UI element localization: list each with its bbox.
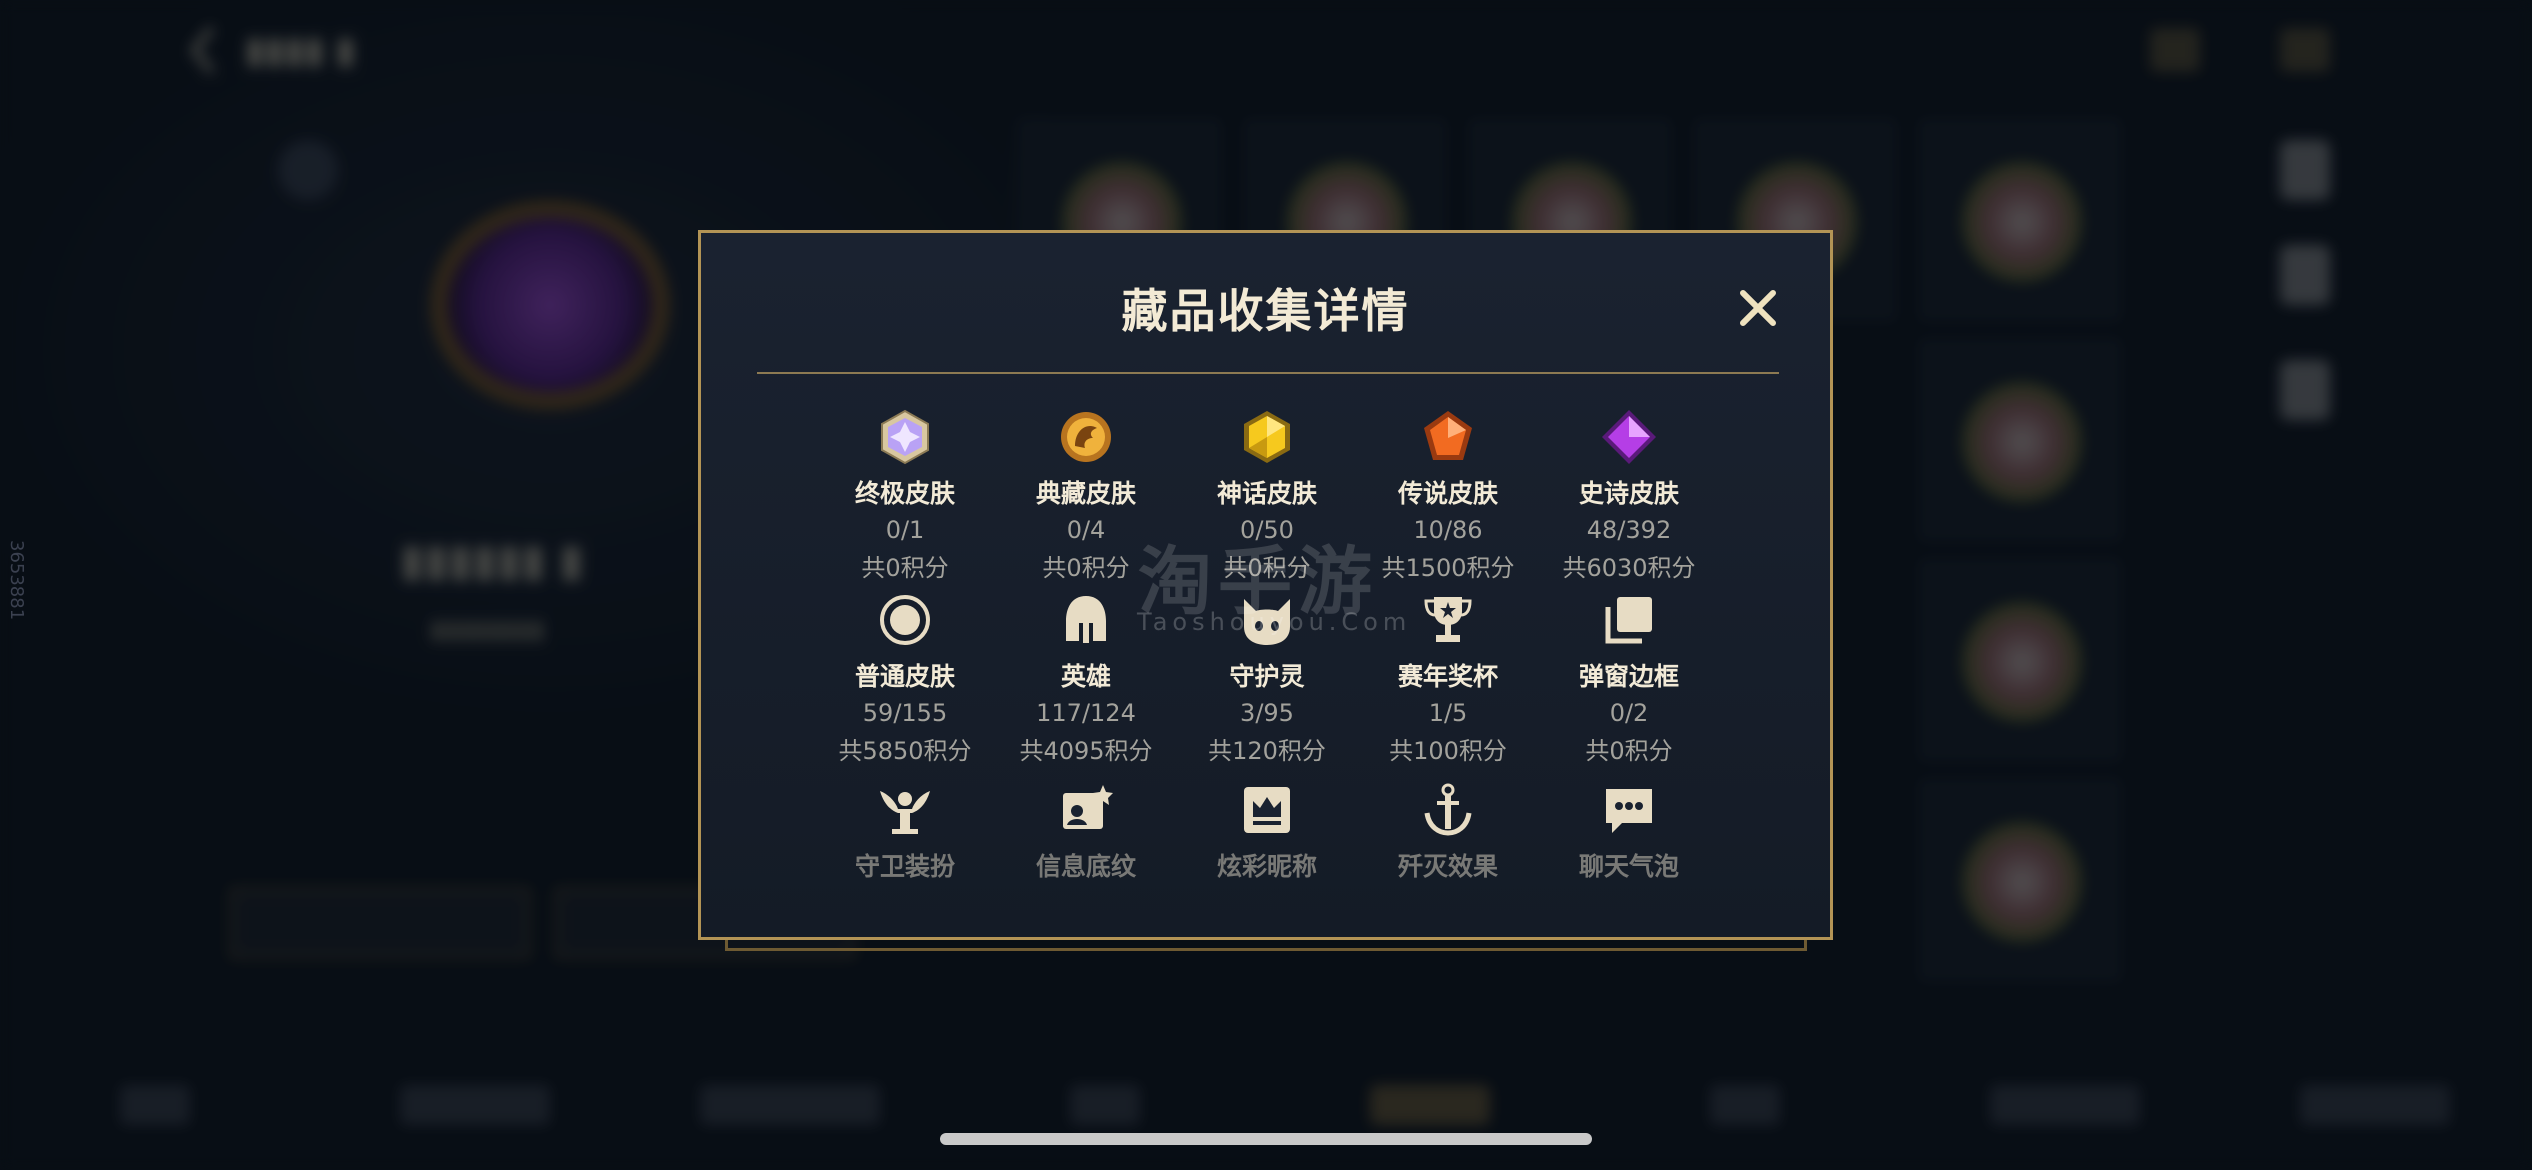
trophy-icon [1424,597,1472,642]
collection-item[interactable]: 史诗皮肤 48/392 共6030积分 [1539,408,1719,583]
ultimate-skin-icon [881,409,929,465]
collection-item[interactable]: 信息底纹 [996,781,1176,883]
item-name: 赛年奖杯 [1397,662,1498,691]
hero-helmet-icon [1066,596,1106,643]
item-points: 共6030积分 [1562,554,1696,582]
collector-skin-icon [1061,412,1111,462]
dialog-title: 藏品收集详情 [1121,284,1410,338]
home-indicator[interactable] [940,1133,1592,1145]
title-divider [757,372,1779,374]
item-points: 共120积分 [1208,737,1326,765]
item-name: 炫彩昵称 [1216,852,1317,881]
collection-item[interactable]: 弹窗边框 0/2 共0积分 [1539,591,1719,766]
item-name: 普通皮肤 [854,662,955,691]
item-name: 典藏皮肤 [1035,479,1136,508]
watermark-url: Taoshouyou.Com [1137,608,1412,636]
item-name: 聊天气泡 [1578,852,1679,881]
legendary-skin-icon [1424,411,1472,460]
item-name: 守护灵 [1229,662,1305,691]
item-name: 神话皮肤 [1216,479,1317,508]
item-points: 共4095积分 [1019,737,1153,765]
item-name: 终极皮肤 [854,479,955,508]
item-points: 共5850积分 [838,737,972,765]
item-count: 117/124 [1036,699,1136,727]
item-points: 共0积分 [1585,737,1673,765]
annihilation-effect-icon [1424,783,1472,836]
item-count: 48/392 [1586,516,1672,544]
item-name: 歼灭效果 [1397,852,1498,881]
colorful-nickname-icon [1244,787,1290,833]
item-count: 10/86 [1413,516,1483,544]
item-count: 0/1 [885,516,925,544]
item-count: 1/5 [1428,699,1468,727]
item-points: 共100积分 [1389,737,1507,765]
item-count: 3/95 [1240,699,1294,727]
collection-item[interactable]: 终极皮肤 0/1 共0积分 [815,408,995,583]
collection-item[interactable]: 聊天气泡 [1539,781,1719,883]
chat-bubble-icon [1606,789,1652,833]
collection-item[interactable]: 守卫装扮 [815,781,995,883]
collection-item[interactable]: 传说皮肤 10/86 共1500积分 [1358,408,1538,583]
item-name: 弹窗边框 [1578,662,1679,691]
collection-item[interactable]: 炫彩昵称 [1177,781,1357,883]
item-name: 英雄 [1060,662,1111,691]
item-name: 信息底纹 [1035,852,1136,881]
epic-skin-icon [1602,410,1656,464]
item-count: 0/2 [1609,699,1649,727]
item-name: 守卫装扮 [854,852,955,881]
guard-outfit-icon [880,791,930,834]
info-pattern-icon [1063,785,1113,829]
close-icon[interactable] [1733,283,1783,333]
item-points: 共1500积分 [1381,554,1515,582]
popup-frame-icon [1605,597,1652,644]
item-count: 59/155 [862,699,948,727]
collection-item[interactable]: 歼灭效果 [1358,781,1538,883]
mythic-skin-icon [1244,411,1290,463]
normal-skin-icon [880,595,930,645]
side-id-text: 3653881 [6,540,27,621]
item-name: 传说皮肤 [1397,479,1498,508]
item-name: 史诗皮肤 [1578,479,1679,508]
item-points: 共0积分 [861,554,949,582]
collection-item[interactable]: 普通皮肤 59/155 共5850积分 [815,591,995,766]
